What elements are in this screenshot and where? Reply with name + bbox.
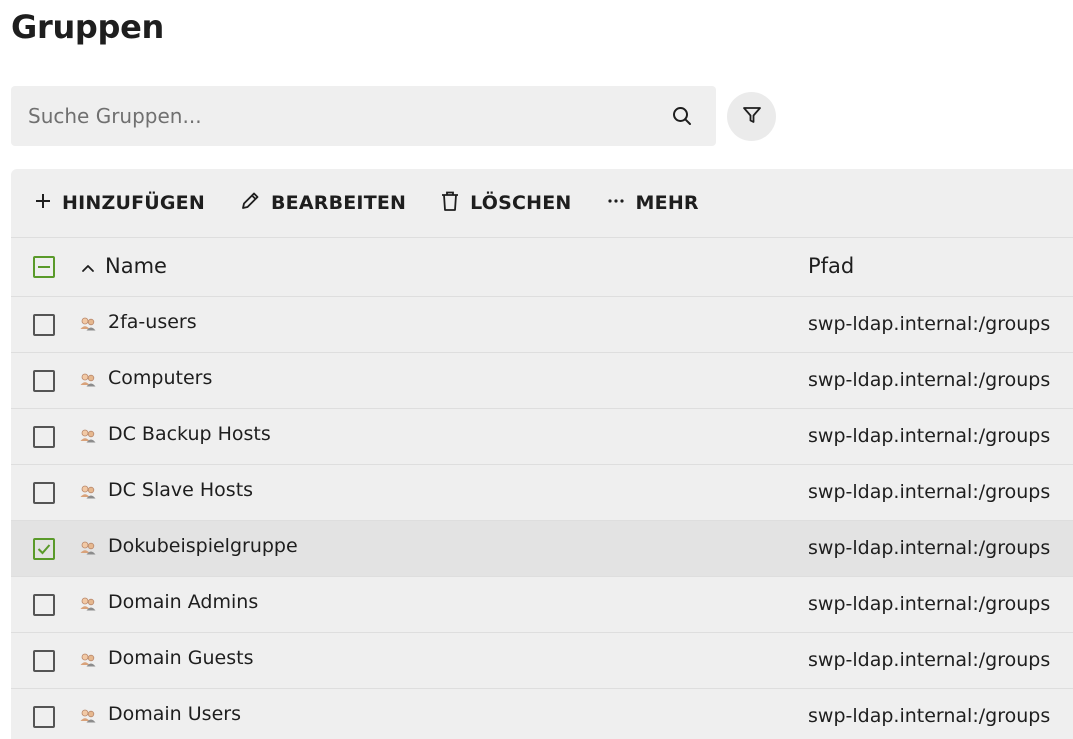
row-checkbox[interactable]	[33, 706, 55, 728]
table-row[interactable]: Domain Users swp-ldap.internal:/groups	[11, 689, 1073, 739]
group-path: swp-ldap.internal:/groups	[808, 649, 1051, 671]
row-checkbox[interactable]	[33, 538, 55, 560]
pencil-icon	[239, 190, 271, 217]
search-box	[11, 86, 716, 146]
group-name[interactable]: Dokubeispielgruppe	[108, 535, 298, 557]
group-icon	[79, 595, 97, 613]
group-name[interactable]: DC Slave Hosts	[108, 479, 253, 501]
ellipsis-icon	[606, 191, 636, 216]
more-button[interactable]: MEHR	[606, 191, 699, 216]
row-checkbox[interactable]	[33, 594, 55, 616]
filter-button[interactable]	[727, 92, 776, 141]
group-path: swp-ldap.internal:/groups	[808, 369, 1051, 391]
group-name[interactable]: Domain Users	[108, 703, 241, 725]
group-path: swp-ldap.internal:/groups	[808, 425, 1051, 447]
select-all-checkbox[interactable]	[33, 256, 55, 278]
group-path: swp-ldap.internal:/groups	[808, 481, 1051, 503]
row-checkbox[interactable]	[33, 314, 55, 336]
group-icon	[79, 483, 97, 501]
group-icon	[79, 651, 97, 669]
table-body: 2fa-users swp-ldap.internal:/groups Comput…	[11, 297, 1073, 739]
group-icon	[79, 315, 97, 333]
group-icon	[79, 707, 97, 725]
group-path: swp-ldap.internal:/groups	[808, 705, 1051, 727]
search-input[interactable]	[11, 86, 651, 146]
trash-icon	[440, 190, 470, 217]
group-name[interactable]: DC Backup Hosts	[108, 423, 271, 445]
group-name[interactable]: Domain Admins	[108, 591, 258, 613]
row-checkbox[interactable]	[33, 426, 55, 448]
group-icon	[79, 539, 97, 557]
group-path: swp-ldap.internal:/groups	[808, 313, 1051, 335]
plus-icon	[34, 192, 62, 215]
table-row[interactable]: Domain Guests swp-ldap.internal:/groups	[11, 633, 1073, 689]
toolbar: HINZUFÜGEN BEARBEITEN LÖSCHEN MEHR	[11, 169, 1073, 238]
group-name[interactable]: 2fa-users	[108, 311, 197, 333]
row-checkbox[interactable]	[33, 482, 55, 504]
table-header: Name Pfad	[11, 238, 1073, 297]
row-checkbox[interactable]	[33, 650, 55, 672]
more-label: MEHR	[635, 192, 699, 214]
group-name[interactable]: Computers	[108, 367, 212, 389]
column-header-path[interactable]: Pfad	[808, 254, 854, 278]
delete-button[interactable]: LÖSCHEN	[440, 190, 571, 217]
filter-icon	[741, 104, 763, 130]
group-icon	[79, 371, 97, 389]
row-checkbox[interactable]	[33, 370, 55, 392]
groups-grid: HINZUFÜGEN BEARBEITEN LÖSCHEN MEHR Name …	[11, 169, 1073, 739]
add-button[interactable]: HINZUFÜGEN	[34, 192, 205, 215]
search-icon[interactable]	[671, 105, 693, 127]
table-row[interactable]: DC Slave Hosts swp-ldap.internal:/groups	[11, 465, 1073, 521]
table-row[interactable]: Domain Admins swp-ldap.internal:/groups	[11, 577, 1073, 633]
group-path: swp-ldap.internal:/groups	[808, 593, 1051, 615]
edit-label: BEARBEITEN	[270, 192, 407, 214]
chevron-up-icon[interactable]	[81, 260, 95, 279]
table-row[interactable]: Dokubeispielgruppe swp-ldap.internal:/gro…	[11, 521, 1073, 577]
edit-button[interactable]: BEARBEITEN	[239, 190, 406, 217]
column-header-name[interactable]: Name	[105, 254, 167, 278]
table-row[interactable]: DC Backup Hosts swp-ldap.internal:/groups	[11, 409, 1073, 465]
table-row[interactable]: 2fa-users swp-ldap.internal:/groups	[11, 297, 1073, 353]
delete-label: LÖSCHEN	[470, 192, 572, 214]
add-label: HINZUFÜGEN	[62, 192, 205, 214]
group-icon	[79, 427, 97, 445]
page-title: Gruppen	[11, 8, 165, 46]
table-row[interactable]: Computers swp-ldap.internal:/groups	[11, 353, 1073, 409]
group-path: swp-ldap.internal:/groups	[808, 537, 1051, 559]
group-name[interactable]: Domain Guests	[108, 647, 253, 669]
